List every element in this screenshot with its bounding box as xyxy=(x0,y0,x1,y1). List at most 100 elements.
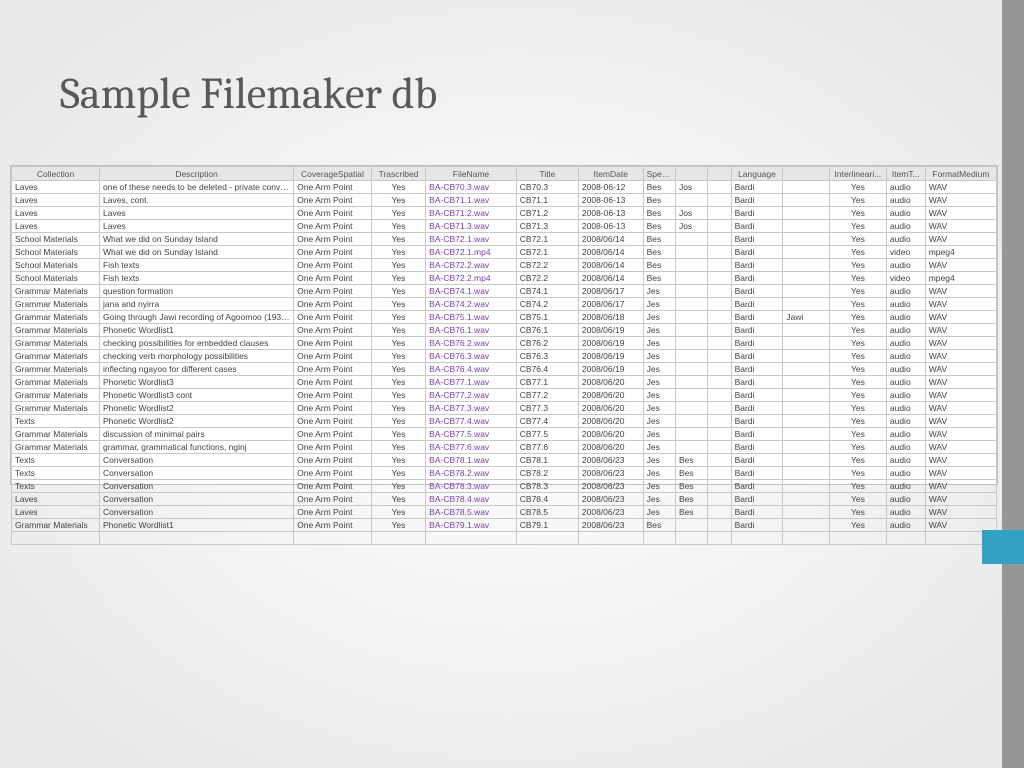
table-row[interactable]: Grammar Materialschecking possibilities … xyxy=(12,337,997,350)
filename-link[interactable]: BA-CB72.2.wav xyxy=(429,260,489,270)
table-row[interactable]: School MaterialsWhat we did on Sunday Is… xyxy=(12,233,997,246)
filename-link[interactable]: BA-CB74.1.wav xyxy=(429,286,489,296)
filename-link[interactable]: BA-CB72.1.mp4 xyxy=(429,247,490,257)
filename-link[interactable]: BA-CB77.5.wav xyxy=(429,429,489,439)
column-header[interactable]: Title xyxy=(516,167,578,181)
cell-date: 2008/06/23 xyxy=(578,506,643,519)
filename-link[interactable]: BA-CB77.3.wav xyxy=(429,403,489,413)
cell-description: Phonetic Wordlist3 xyxy=(100,376,294,389)
filename-link[interactable]: BA-CB76.1.wav xyxy=(429,325,489,335)
column-header[interactable]: ItemDate xyxy=(578,167,643,181)
column-header[interactable]: Speakers xyxy=(643,167,675,181)
filename-link[interactable]: BA-CB78.3.wav xyxy=(429,481,489,491)
table-row[interactable]: LavesLavesOne Arm PointYesBA-CB71.3.wavC… xyxy=(12,220,997,233)
filename-link[interactable]: BA-CB71.3.wav xyxy=(429,221,489,231)
column-header[interactable] xyxy=(783,167,830,181)
filename-link[interactable]: BA-CB71.1.wav xyxy=(429,195,489,205)
table-row[interactable]: Grammar MaterialsGoing through Jawi reco… xyxy=(12,311,997,324)
filename-link[interactable]: BA-CB77.1.wav xyxy=(429,377,489,387)
cell-filename: BA-CB70.3.wav xyxy=(426,181,517,194)
cell-lang1: Bardi xyxy=(731,441,783,454)
table-row[interactable]: School MaterialsFish textsOne Arm PointY… xyxy=(12,259,997,272)
table-row[interactable]: TextsConversationOne Arm PointYesBA-CB78… xyxy=(12,467,997,480)
column-header[interactable]: ItemT... xyxy=(886,167,925,181)
column-header[interactable]: Interlineari... xyxy=(829,167,886,181)
table-row[interactable]: TextsConversationOne Arm PointYesBA-CB78… xyxy=(12,480,997,493)
table-row[interactable]: Grammar Materialsinflecting ngayoo for d… xyxy=(12,363,997,376)
table-row[interactable]: LavesLaves, cont.One Arm PointYesBA-CB71… xyxy=(12,194,997,207)
table-row[interactable]: Grammar Materialsquestion formationOne A… xyxy=(12,285,997,298)
column-header[interactable] xyxy=(675,167,707,181)
cell-lang2 xyxy=(783,363,830,376)
cell-title: CB74.2 xyxy=(516,298,578,311)
filename-link[interactable]: BA-CB76.4.wav xyxy=(429,364,489,374)
table-row[interactable]: Grammar MaterialsPhonetic Wordlist3One A… xyxy=(12,376,997,389)
filename-link[interactable]: BA-CB72.1.wav xyxy=(429,234,489,244)
table-row[interactable]: Grammar MaterialsPhonetic Wordlist1One A… xyxy=(12,519,997,532)
cell-lang1: Bardi xyxy=(731,415,783,428)
column-header[interactable]: CoverageSpatial xyxy=(294,167,372,181)
column-header[interactable]: FileName xyxy=(426,167,517,181)
cell-trascribed: Yes xyxy=(371,415,425,428)
cell-filename: BA-CB76.2.wav xyxy=(426,337,517,350)
cell-lang1: Bardi xyxy=(731,467,783,480)
cell-itemt: audio xyxy=(886,428,925,441)
cell-sp3 xyxy=(708,389,731,402)
column-header[interactable]: Description xyxy=(100,167,294,181)
cell-interlin: Yes xyxy=(829,376,886,389)
cell-lang1: Bardi xyxy=(731,311,783,324)
cell-format: WAV xyxy=(925,389,996,402)
table-row[interactable]: Grammar MaterialsPhonetic Wordlist1One A… xyxy=(12,324,997,337)
table-row[interactable]: Grammar Materialschecking verb morpholog… xyxy=(12,350,997,363)
filename-link[interactable]: BA-CB78.5.wav xyxy=(429,507,489,517)
table-row[interactable]: School MaterialsFish textsOne Arm PointY… xyxy=(12,272,997,285)
filename-link[interactable]: BA-CB79.1.wav xyxy=(429,520,489,530)
cell-date: 2008-06-13 xyxy=(578,194,643,207)
filename-link[interactable]: BA-CB77.6.wav xyxy=(429,442,489,452)
cell-sp2: Jos xyxy=(675,207,707,220)
filename-link[interactable]: BA-CB77.4.wav xyxy=(429,416,489,426)
filename-link[interactable]: BA-CB76.2.wav xyxy=(429,338,489,348)
cell-interlin: Yes xyxy=(829,194,886,207)
filename-link[interactable]: BA-CB75.1.wav xyxy=(429,312,489,322)
table-row[interactable]: Grammar MaterialsPhonetic Wordlist3 cont… xyxy=(12,389,997,402)
cell-format: WAV xyxy=(925,207,996,220)
filename-link[interactable]: BA-CB78.1.wav xyxy=(429,455,489,465)
cell-title: CB78.4 xyxy=(516,493,578,506)
cell-lang1: Bardi xyxy=(731,389,783,402)
column-header[interactable]: FormatMedium xyxy=(925,167,996,181)
cell-sp3 xyxy=(708,350,731,363)
filename-link[interactable]: BA-CB76.3.wav xyxy=(429,351,489,361)
column-header[interactable]: Language xyxy=(731,167,783,181)
cell-itemt: audio xyxy=(886,389,925,402)
table-row[interactable]: Grammar MaterialsPhonetic Wordlist2One A… xyxy=(12,402,997,415)
cell-date: 2008/06/14 xyxy=(578,233,643,246)
filename-link[interactable]: BA-CB70.3.wav xyxy=(429,182,489,192)
table-row[interactable]: TextsConversationOne Arm PointYesBA-CB78… xyxy=(12,454,997,467)
column-header[interactable]: Trascribed xyxy=(371,167,425,181)
cell-sp3 xyxy=(708,376,731,389)
table-row[interactable]: School MaterialsWhat we did on Sunday Is… xyxy=(12,246,997,259)
filename-link[interactable]: BA-CB71.2.wav xyxy=(429,208,489,218)
filename-link[interactable]: BA-CB72.2.mp4 xyxy=(429,273,490,283)
column-header[interactable]: Collection xyxy=(12,167,100,181)
cell-coverage: One Arm Point xyxy=(294,259,372,272)
filename-link[interactable]: BA-CB74.2.wav xyxy=(429,299,489,309)
table-row[interactable]: LavesLavesOne Arm PointYesBA-CB71.2.wavC… xyxy=(12,207,997,220)
table-row[interactable]: LavesConversationOne Arm PointYesBA-CB78… xyxy=(12,493,997,506)
filename-link[interactable]: BA-CB78.2.wav xyxy=(429,468,489,478)
table-row[interactable]: Grammar Materialsjana and nyirraOne Arm … xyxy=(12,298,997,311)
cell-format: WAV xyxy=(925,363,996,376)
table-row[interactable]: Lavesone of these needs to be deleted - … xyxy=(12,181,997,194)
cell-itemt: audio xyxy=(886,454,925,467)
column-header[interactable] xyxy=(708,167,731,181)
table-row[interactable]: Grammar Materialsgrammar, grammatical fu… xyxy=(12,441,997,454)
table-row[interactable]: LavesConversationOne Arm PointYesBA-CB78… xyxy=(12,506,997,519)
cell-sp1: Bes xyxy=(643,194,675,207)
table-row[interactable]: TextsPhonetic Wordlist2One Arm PointYesB… xyxy=(12,415,997,428)
cell-description: checking possibilities for embedded clau… xyxy=(100,337,294,350)
filename-link[interactable]: BA-CB77.2.wav xyxy=(429,390,489,400)
filename-link[interactable]: BA-CB78.4.wav xyxy=(429,494,489,504)
table-row[interactable]: Grammar Materialsdiscussion of minimal p… xyxy=(12,428,997,441)
cell-interlin: Yes xyxy=(829,415,886,428)
